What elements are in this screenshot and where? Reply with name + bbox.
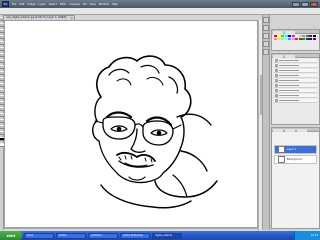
layer-name: Layer 1 [287,148,297,151]
photoshop-logo-icon: Ps [2,1,9,7]
menu-edit[interactable]: Edit [19,3,24,6]
swatch-grid[interactable] [272,34,319,41]
adjustments-panel [271,53,320,125]
taskbar-button[interactable]: Adobe Photoshop [120,232,150,239]
menu-analysis[interactable]: Analysis [69,3,80,6]
masks-tab[interactable] [285,55,295,58]
taskbar-button[interactable]: Inbox [24,232,54,239]
swatches-panel [271,29,320,51]
color-swatch[interactable] [312,37,316,40]
preset-icon [275,94,278,97]
list-item[interactable] [274,89,317,93]
preset-icon [275,89,278,92]
preset-icon [275,64,278,67]
canvas[interactable] [4,20,258,228]
document-tab-title: new_digital_artwork.jpg @ 66.7% (Layer 1… [6,16,67,19]
layer-row[interactable]: Background [274,155,317,164]
line-art-drawing [92,55,218,209]
layers-panel: Layer 1 Background [271,127,320,229]
preset-icon [275,69,278,72]
maximize-button[interactable]: □ [301,1,309,7]
collapsed-panel-dock [262,15,269,230]
preset-icon [275,99,278,102]
preset-icon [275,79,278,82]
layer-thumbnail [278,156,285,163]
layer-name: Background [287,158,302,161]
layers-tab[interactable] [273,129,283,132]
list-item[interactable] [274,64,317,68]
minimize-button[interactable]: – [292,1,300,7]
preset-icon [275,74,278,77]
taskbar: start Inbox Firefox Untitled-1 Adobe Pho… [0,231,320,240]
layer-row[interactable]: Layer 1 [274,145,317,154]
tool-options-bar [0,8,320,15]
system-tray: 10:24 [294,231,320,240]
taskbar-button-active[interactable]: digital_artwork [152,232,182,239]
menu-3d[interactable]: 3D [83,3,87,6]
adjustments-tab[interactable] [273,55,283,58]
list-item[interactable] [274,69,317,73]
preset-icon [275,84,278,87]
menu-filter[interactable]: Filter [60,3,66,6]
layer-options [272,132,319,144]
panel-dock: Layer 1 Background [269,15,320,230]
color-tab[interactable] [273,31,283,34]
menu-layer[interactable]: Layer [39,3,46,6]
list-item[interactable] [274,99,317,103]
close-button[interactable]: × [310,1,318,7]
menu-view[interactable]: View [90,3,96,6]
list-item[interactable] [274,74,317,78]
channels-tab[interactable] [285,129,295,132]
list-item[interactable] [274,79,317,83]
menu-image[interactable]: Image [27,3,35,6]
taskbar-button[interactable]: Firefox [56,232,86,239]
start-button[interactable]: start [0,231,22,240]
list-item[interactable] [274,59,317,63]
preset-icon [275,59,278,62]
clock: 10:24 [310,234,318,237]
swatches-tab[interactable] [285,31,295,34]
app-menu-bar: Ps File Edit Image Layer Select Filter A… [0,0,320,8]
menu-window[interactable]: Window [99,3,109,6]
window-controls: – □ × [292,1,318,7]
list-item[interactable] [274,84,317,88]
list-item[interactable] [274,94,317,98]
menu-file[interactable]: File [12,3,16,6]
menu-select[interactable]: Select [49,3,57,6]
menu-help[interactable]: Help [112,3,118,6]
paths-tab[interactable] [297,129,307,132]
taskbar-button[interactable]: Untitled-1 [88,232,118,239]
adjustments-panel-header [272,54,319,58]
layer-thumbnail [278,146,285,153]
